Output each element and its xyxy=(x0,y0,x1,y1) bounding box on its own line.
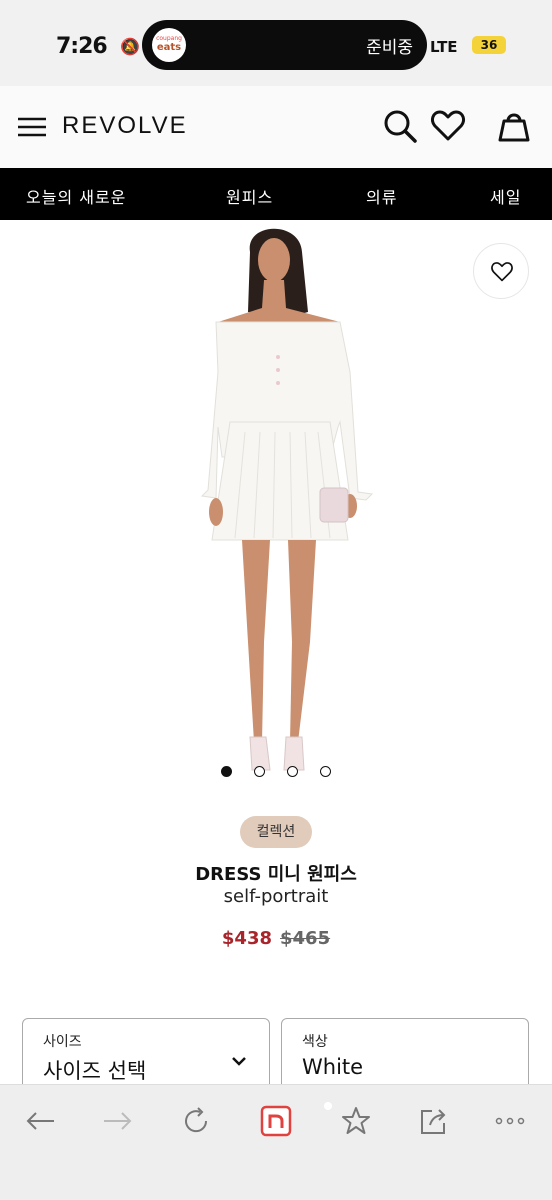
menu-icon[interactable] xyxy=(18,116,48,138)
browser-toolbar xyxy=(0,1084,552,1200)
image-dot[interactable] xyxy=(287,766,298,777)
status-time: 7:26 xyxy=(56,34,108,59)
image-dot[interactable] xyxy=(254,766,265,777)
app-badge-bottom: eats xyxy=(156,42,182,53)
chevron-down-icon xyxy=(232,1057,246,1066)
image-dot[interactable] xyxy=(320,766,331,777)
category-nav: 오늘의 새로운 원피스 의류 세일 xyxy=(0,168,552,220)
heart-icon[interactable] xyxy=(430,108,466,144)
reload-icon[interactable] xyxy=(180,1105,212,1137)
battery-indicator: 36 xyxy=(472,36,506,54)
collection-badge: 컬렉션 xyxy=(240,816,312,848)
color-label: 색상 xyxy=(302,1034,328,1050)
price-row: $438 $465 xyxy=(0,928,552,949)
image-dot[interactable] xyxy=(221,766,232,777)
color-value: White xyxy=(302,1055,364,1079)
bell-muted-icon: 🔕 xyxy=(120,37,140,56)
brand-logo[interactable]: REVOLVE xyxy=(62,112,188,140)
original-price: $465 xyxy=(280,928,331,949)
network-label: LTE xyxy=(430,38,458,56)
more-icon[interactable] xyxy=(494,1105,526,1137)
status-bar: 7:26 🔕 coupang eats 준비중 LTE 36 xyxy=(0,0,552,86)
search-icon[interactable] xyxy=(382,108,418,144)
bag-icon[interactable] xyxy=(496,108,532,144)
star-icon[interactable] xyxy=(340,1105,372,1137)
site-header: REVOLVE xyxy=(0,86,552,168)
app-badge-top: coupang xyxy=(156,35,182,42)
product-brand[interactable]: self-portrait xyxy=(0,886,552,907)
naver-icon[interactable] xyxy=(260,1105,292,1137)
app-badge: coupang eats xyxy=(152,28,186,62)
share-icon[interactable] xyxy=(418,1105,450,1137)
activity-status: 준비중 xyxy=(366,38,413,58)
wishlist-button[interactable] xyxy=(473,243,529,299)
product-title: DRESS 미니 원피스 xyxy=(195,864,357,885)
nav-item-sale[interactable]: 세일 xyxy=(490,184,521,208)
nav-item-clothing[interactable]: 의류 xyxy=(366,184,397,208)
size-value: 사이즈 선택 xyxy=(43,1059,147,1083)
sale-price: $438 xyxy=(221,928,272,949)
page: 7:26 🔕 coupang eats 준비중 LTE 36 REVOLVE 오… xyxy=(0,0,552,1200)
size-label: 사이즈 xyxy=(43,1034,82,1050)
arrow-left-icon[interactable] xyxy=(24,1105,56,1137)
heart-icon xyxy=(491,262,513,282)
nav-item-new[interactable]: 오늘의 새로운 xyxy=(26,184,126,208)
product-image[interactable] xyxy=(190,222,390,782)
nav-item-dresses[interactable]: 원피스 xyxy=(226,184,273,208)
arrow-right-icon[interactable] xyxy=(102,1105,134,1137)
page-indicator-dot xyxy=(324,1102,332,1110)
dynamic-island[interactable]: coupang eats 준비중 xyxy=(142,20,427,70)
